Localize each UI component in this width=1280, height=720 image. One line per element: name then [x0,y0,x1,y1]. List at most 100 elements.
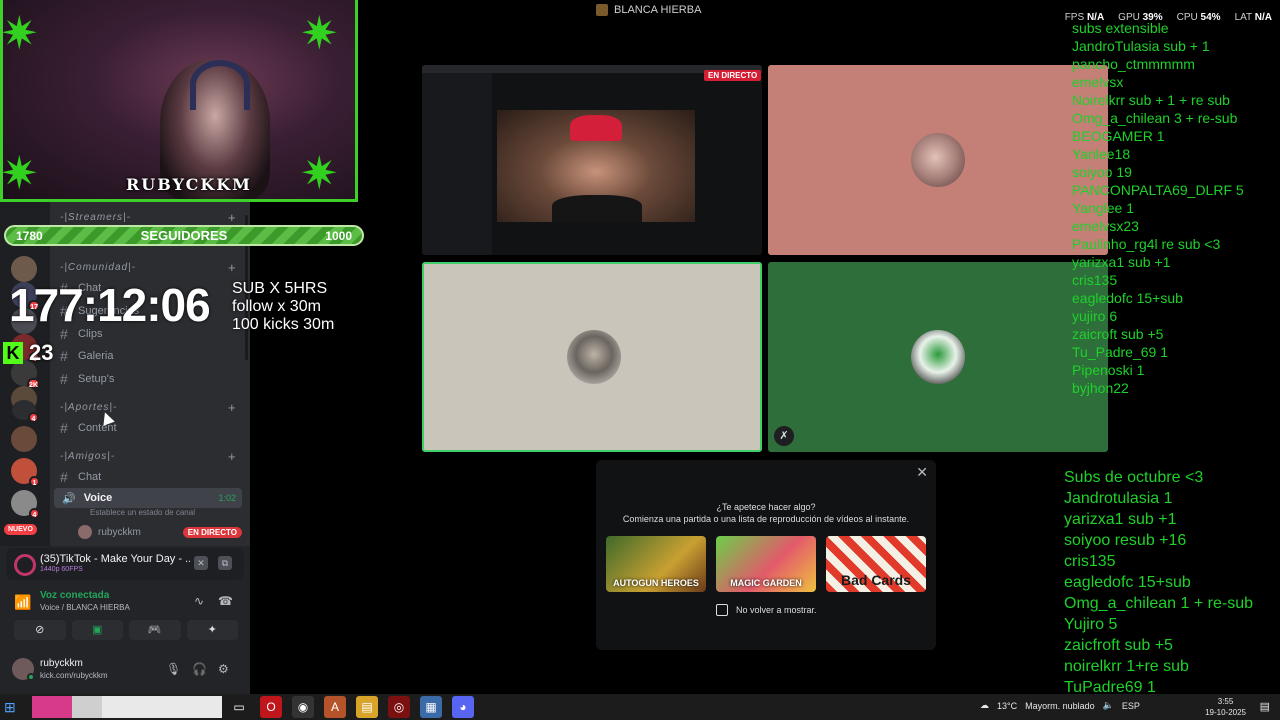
flag-server-icon[interactable]: 4 [12,400,39,423]
notifications-icon[interactable]: ▤ [1260,700,1270,713]
followers-goal: 1000 [325,228,352,243]
soundboard-button[interactable]: ✦ [186,620,238,640]
avatar [911,330,965,384]
disconnect-icon[interactable]: ☎ [218,594,233,608]
settings-gear-icon[interactable]: ⚙ [218,662,229,676]
hash-icon: # [60,371,68,387]
volume-icon[interactable]: 🔈 [1103,700,1114,711]
language-indicator[interactable]: ESP [1122,701,1140,711]
participant-tile[interactable] [768,65,1108,255]
file-explorer-icon[interactable]: ▤ [356,696,378,718]
channel-chat-amigos[interactable]: # Chat [60,469,101,485]
weather-text[interactable]: Mayorm. nublado [1025,701,1095,711]
subs-list-item: Omg_a_chilean 3 + re-sub [1072,110,1238,126]
subs-list-item: subs extensible [1072,20,1169,36]
subathon-timer: 177:12:06 [9,279,211,331]
server-icon[interactable] [11,426,37,452]
app-icon[interactable]: A [324,696,346,718]
add-channel-icon[interactable]: + [228,260,237,275]
screen-share-tile[interactable] [422,65,762,255]
october-subs-item: noirelkrr 1+re sub [1064,658,1189,675]
camera-off-button[interactable]: ⊘ [14,620,66,640]
subs-list-item: emelvsx23 [1072,218,1139,234]
stream-icon [14,554,36,576]
subs-list-item: zaicroft sub +5 [1072,326,1164,342]
hash-icon: # [60,348,68,364]
checkbox[interactable] [716,604,728,616]
october-subs-item: Jandrotulasia 1 [1064,490,1173,507]
avatar [567,330,621,384]
subs-list-item: Noirelkrr sub + 1 + re sub [1072,92,1230,108]
close-icon[interactable]: ✕ [916,464,928,481]
subs-list-item: yujiro 6 [1072,308,1118,324]
activity-card[interactable]: (35)TikTok - Make Your Day - ... 1440p 6… [6,548,244,580]
screen-share-button[interactable]: ▣ [71,620,123,640]
headphones-icon[interactable]: 🎧 [192,662,207,676]
window-title: BLANCA HIERBA [596,4,701,16]
october-subs-item: cris135 [1064,553,1116,570]
add-channel-icon[interactable]: + [228,400,237,415]
subs-list-item: Paulinho_rg4l re sub <3 [1072,236,1221,252]
app-icon[interactable]: ◎ [388,696,410,718]
hash-icon: # [60,469,68,485]
activity-button[interactable]: 🎮 [129,620,181,640]
voice-connected-channel[interactable]: Voice / BLANCA HIERBA [40,603,130,612]
subs-list-item: PANCONPALTA69_DLRF 5 [1072,182,1244,198]
microphone-icon[interactable]: 🎙 [166,662,181,676]
rule-line: SUB X 5HRS [232,280,328,297]
popout-icon[interactable]: ⧉ [218,556,232,570]
voice-channel[interactable]: 🔊 Voice 1:02 [54,488,242,508]
obs-icon[interactable]: ◉ [292,696,314,718]
participant-tile-speaking[interactable] [422,262,762,452]
weather-icon: ☁ [980,700,989,710]
window-title-text: BLANCA HIERBA [614,4,702,16]
discord-icon[interactable]: ◕ [452,696,474,718]
subs-list-item: emelvsx [1072,74,1124,90]
game-card-magic-garden[interactable]: MAGIC GARDEN [716,536,816,592]
subs-list-item: pancho_ctmmmmm [1072,56,1195,72]
dont-show-again[interactable]: No volver a mostrar. [716,604,817,616]
october-subs-item: eagledofc 15+sub [1064,574,1191,591]
subs-list-item: Tu_Padre_69 1 [1072,344,1168,360]
kick-counter: K 23 [3,340,53,366]
game-card-bad-cards[interactable]: Bad Cards [826,536,926,592]
category-amigos[interactable]: -|Amigos|- + [60,449,236,464]
channel-label: Content [78,422,117,434]
mention-badge: 4 [28,412,39,423]
store-icon[interactable]: ▦ [420,696,442,718]
game-card-autogun[interactable]: AUTOGUN HEROES [606,536,706,592]
kick-logo-icon: K [3,342,23,364]
webcam-overlay: ✷ ✷ ✷ ✷ RUBYCKKM [0,0,358,202]
subs-list-item: byjhon22 [1072,380,1129,396]
subs-list-item: Yanlee18 [1072,146,1131,162]
add-channel-icon[interactable]: + [228,449,237,464]
window-thumbnail[interactable] [32,696,222,718]
subs-list-item: Yanglee 1 [1072,200,1135,216]
category-label: -|Comunidad|- [60,262,136,273]
windows-start-icon[interactable]: ⊞ [4,699,16,716]
noise-suppression-icon[interactable]: ∿ [194,594,204,608]
channel-status-hint[interactable]: Establece un estado de canal [90,508,195,517]
channel-galeria[interactable]: # Galeria [60,348,113,364]
add-channel-icon[interactable]: + [228,210,237,225]
server-icon[interactable]: 1 [11,458,40,487]
weather-temp[interactable]: 13°C [997,701,1017,711]
mention-badge: 1 [29,476,40,487]
voice-user[interactable]: rubyckkm EN DIRECTO [78,525,242,539]
opera-icon[interactable]: O [260,696,282,718]
category-comunidad[interactable]: -|Comunidad|- + [60,260,236,275]
server-list: 17 4 2K 4 1 4 [0,202,50,546]
server-icon[interactable]: 4 [11,490,40,519]
avatar [911,133,965,187]
rule-line: follow x 30m [232,298,321,315]
category-streamers[interactable]: -|Streamers|- + [60,210,236,225]
user-name[interactable]: rubyckkm [40,658,83,669]
clock[interactable]: 3:55 19-10-2025 [1205,696,1246,718]
october-subs-item: Yujiro 5 [1064,616,1118,633]
stop-stream-icon[interactable]: ✕ [194,556,208,570]
user-status-text: kick.com/rubyckkm [40,671,108,680]
task-view-icon[interactable]: ▭ [228,696,250,718]
channel-setups[interactable]: # Setup's [60,371,114,387]
streamer-name: RUBYCKKM [126,175,252,194]
participant-tile[interactable]: ✗ [768,262,1108,452]
